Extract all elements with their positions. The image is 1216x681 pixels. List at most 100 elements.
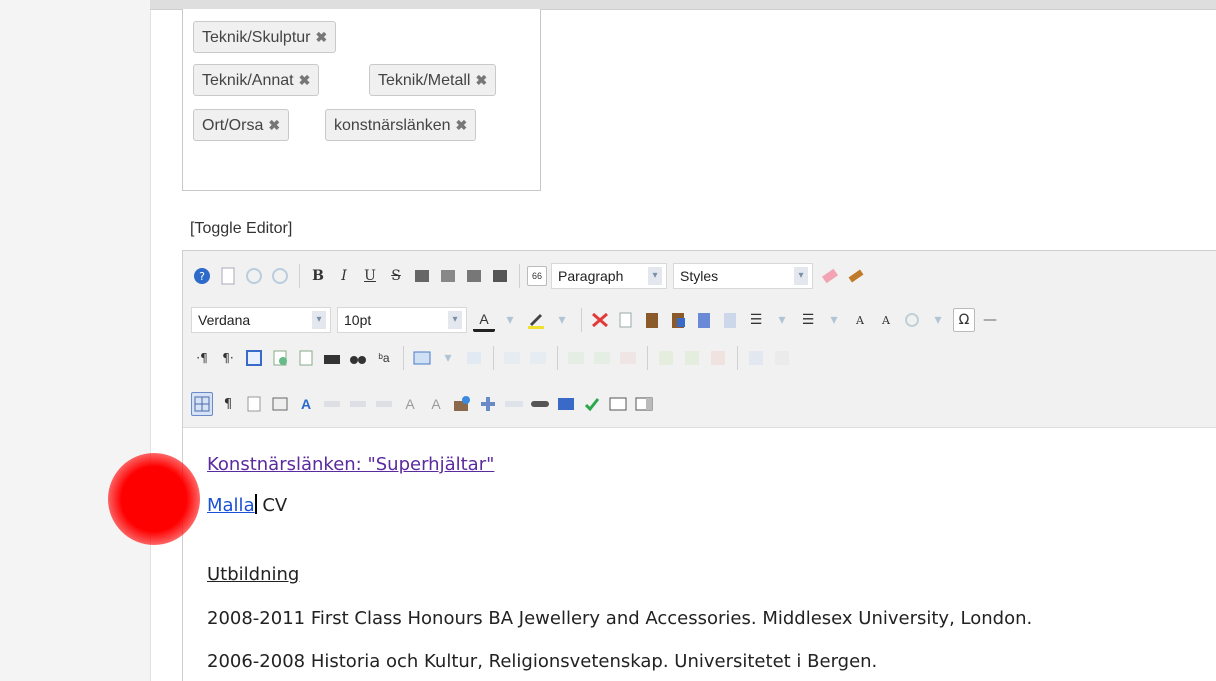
paste-icon[interactable] [641, 308, 663, 332]
chevron-down-icon[interactable]: ▾ [927, 308, 949, 332]
chevron-down-icon[interactable]: ▾ [771, 308, 793, 332]
anchor-icon[interactable] [477, 392, 499, 416]
ins-icon[interactable]: A [425, 392, 447, 416]
tag-label: Ort/Orsa [202, 117, 264, 134]
superscript-button[interactable]: A [875, 308, 897, 332]
template-icon[interactable] [269, 346, 291, 370]
nonbreaking-icon[interactable] [503, 392, 525, 416]
row-props-icon[interactable] [771, 346, 793, 370]
numbered-list-icon[interactable]: ☰ [745, 308, 767, 332]
remove-tag-icon[interactable]: ✖ [475, 72, 487, 88]
fullscreen-icon[interactable] [243, 346, 265, 370]
artist-link-title[interactable]: Konstnärslänken: "Superhjältar" [207, 454, 494, 475]
align-justify-icon[interactable] [489, 264, 511, 288]
underline-button[interactable]: U [359, 264, 381, 288]
row-before-icon[interactable] [501, 346, 523, 370]
toggle-editor-link[interactable]: [Toggle Editor] [190, 220, 292, 238]
align-right-icon[interactable] [463, 264, 485, 288]
align-left-icon[interactable] [411, 264, 433, 288]
bullet-list-icon[interactable]: ☰ [797, 308, 819, 332]
abbr-icon[interactable] [347, 392, 369, 416]
align-center-icon[interactable] [437, 264, 459, 288]
cite-icon[interactable] [321, 392, 343, 416]
table-insert-icon[interactable] [411, 346, 433, 370]
blockquote-button[interactable]: 66 [527, 266, 547, 286]
merge-cell-icon[interactable] [681, 346, 703, 370]
source-icon[interactable] [295, 346, 317, 370]
chevron-down-icon[interactable]: ▾ [551, 308, 573, 332]
bold-button[interactable]: B [307, 264, 329, 288]
ltr-icon[interactable]: ·¶ [191, 346, 213, 370]
col-before-icon[interactable] [565, 346, 587, 370]
col-after-icon[interactable] [591, 346, 613, 370]
remove-tag-icon[interactable]: ✖ [456, 117, 468, 133]
remove-tag-icon[interactable]: ✖ [316, 29, 328, 45]
chevron-down-icon[interactable]: ▾ [437, 346, 459, 370]
rich-text-editor[interactable]: ? B I U S 66 Paragraph ▾ Styles ▾ Verdana ▾… [182, 250, 1216, 681]
pagebreak-icon[interactable] [529, 392, 551, 416]
rtl-icon[interactable]: ¶· [217, 346, 239, 370]
cut-icon[interactable] [589, 308, 611, 332]
styles-select[interactable]: Styles ▾ [673, 263, 813, 289]
find-icon[interactable] [347, 346, 369, 370]
strikethrough-button[interactable]: S [385, 264, 407, 288]
tag-chip[interactable]: Ort/Orsa ✖ [193, 109, 290, 141]
new-document-icon[interactable] [217, 264, 239, 288]
name-link[interactable]: Malla [207, 495, 255, 516]
table-delete-icon[interactable] [463, 346, 485, 370]
select-all-icon[interactable] [719, 308, 741, 332]
template-block-icon[interactable] [607, 392, 629, 416]
education-line: 2008-2011 First Class Honours BA Jewelle… [207, 608, 1033, 629]
chevron-down-icon[interactable]: ▾ [823, 308, 845, 332]
tag-box[interactable]: Teknik/Skulptur ✖ Teknik/Annat ✖ Teknik/Me… [182, 9, 541, 191]
cell-props-icon[interactable] [745, 346, 767, 370]
chevron-down-icon: ▾ [312, 311, 326, 329]
split-cell-icon[interactable] [655, 346, 677, 370]
preview-icon[interactable] [633, 392, 655, 416]
replace-icon[interactable]: ᵇa [373, 346, 395, 370]
undo-icon[interactable] [243, 264, 265, 288]
insert-layer-icon[interactable] [243, 392, 265, 416]
media-icon[interactable] [555, 392, 577, 416]
attributes-icon[interactable] [451, 392, 473, 416]
subscript-button[interactable]: A [849, 308, 871, 332]
text-color-button[interactable]: A [473, 308, 495, 332]
absolute-icon[interactable] [269, 392, 291, 416]
tag-chip[interactable]: Teknik/Metall ✖ [369, 64, 497, 96]
horizontal-rule-button[interactable]: — [979, 308, 1001, 332]
acronym-icon[interactable] [373, 392, 395, 416]
toolbar-separator [299, 264, 300, 288]
del-icon[interactable]: A [399, 392, 421, 416]
tag-chip[interactable]: Teknik/Annat ✖ [193, 64, 320, 96]
toolbar-separator [737, 346, 738, 370]
paste-text-icon[interactable] [693, 308, 715, 332]
chevron-down-icon[interactable]: ▾ [499, 308, 521, 332]
tag-chip[interactable]: konstnärslänken ✖ [325, 109, 477, 141]
tag-chip[interactable]: Teknik/Skulptur ✖ [193, 21, 337, 53]
toolbar-separator [581, 308, 582, 332]
remove-tag-icon[interactable]: ✖ [299, 72, 311, 88]
spellcheck-icon[interactable] [581, 392, 603, 416]
format-select[interactable]: Paragraph ▾ [551, 263, 667, 289]
delete-row-icon[interactable] [617, 346, 639, 370]
redo-icon[interactable] [269, 264, 291, 288]
styleprops-icon[interactable]: A [295, 392, 317, 416]
link-icon[interactable] [901, 308, 923, 332]
font-size-select[interactable]: 10pt ▾ [337, 307, 467, 333]
special-character-button[interactable]: Ω [953, 308, 975, 332]
help-icon[interactable]: ? [191, 264, 213, 288]
paste-word-icon[interactable] [667, 308, 689, 332]
font-size-value: 10pt [344, 312, 372, 328]
copy-icon[interactable] [615, 308, 637, 332]
visual-aid-icon[interactable] [191, 392, 213, 416]
cleanup-brush-icon[interactable] [845, 264, 867, 288]
print-icon[interactable] [321, 346, 343, 370]
row-after-icon[interactable] [527, 346, 549, 370]
font-family-select[interactable]: Verdana ▾ [191, 307, 331, 333]
eraser-icon[interactable] [819, 264, 841, 288]
remove-tag-icon[interactable]: ✖ [268, 117, 280, 133]
show-blocks-button[interactable]: ¶ [217, 392, 239, 416]
highlight-color-icon[interactable] [525, 308, 547, 332]
delete-col-icon[interactable] [707, 346, 729, 370]
italic-button[interactable]: I [333, 264, 355, 288]
